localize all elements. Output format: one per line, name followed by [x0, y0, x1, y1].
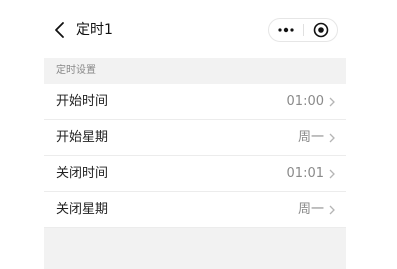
setting-label: 开始时间: [56, 94, 109, 109]
chevron-right-icon: [329, 133, 335, 143]
close-button[interactable]: [304, 19, 338, 41]
setting-row-close-week[interactable]: 关闭星期 周一: [44, 192, 346, 228]
navigation-bar: 定时1: [44, 0, 346, 58]
more-dots-icon: [278, 27, 294, 33]
back-button[interactable]: [52, 19, 70, 41]
setting-row-close-time[interactable]: 关闭时间 01:01: [44, 156, 346, 192]
setting-label: 关闭星期: [56, 202, 109, 217]
setting-value: 周一: [297, 202, 324, 217]
screen: 定时1 定时设置 开始时间 01:00 开始星期 周一 关闭时间 01:01 关…: [44, 0, 346, 269]
section-header: 定时设置: [44, 58, 346, 84]
target-circle-icon: [313, 22, 329, 38]
setting-value: 周一: [297, 130, 324, 145]
chevron-right-icon: [329, 97, 335, 107]
more-button[interactable]: [269, 19, 303, 41]
settings-list: 开始时间 01:00 开始星期 周一 关闭时间 01:01 关闭星期 周一: [44, 84, 346, 228]
page-title: 定时1: [76, 22, 113, 38]
chevron-right-icon: [329, 169, 335, 179]
setting-value: 01:00: [286, 94, 324, 109]
setting-label: 开始星期: [56, 130, 109, 145]
section-label: 定时设置: [56, 65, 96, 76]
chevron-right-icon: [329, 205, 335, 215]
setting-label: 关闭时间: [56, 166, 109, 181]
setting-row-start-week[interactable]: 开始星期 周一: [44, 120, 346, 156]
setting-row-start-time[interactable]: 开始时间 01:00: [44, 84, 346, 120]
mini-program-capsule: [268, 18, 338, 42]
setting-value: 01:01: [286, 166, 324, 181]
chevron-left-icon: [55, 22, 64, 38]
